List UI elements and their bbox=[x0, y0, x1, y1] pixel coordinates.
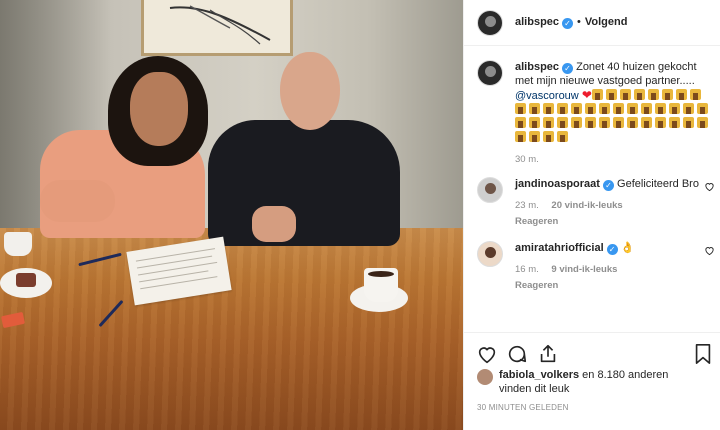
house-emoji-icon bbox=[689, 89, 701, 100]
person-right bbox=[208, 120, 400, 246]
house-emoji-icon bbox=[605, 89, 617, 100]
red-heart-emoji-icon: ❤ bbox=[581, 88, 592, 102]
caption: alibspec ✓ Zonet 40 huizen gekocht met mi… bbox=[464, 60, 720, 167]
house-emoji-icon bbox=[557, 131, 568, 142]
house-emoji-icon bbox=[543, 117, 554, 128]
avatar[interactable] bbox=[477, 177, 503, 203]
comment-text: Gefeliciteerd Bro bbox=[617, 178, 699, 190]
house-emoji-icon bbox=[599, 117, 610, 128]
house-emoji-icon bbox=[655, 103, 666, 114]
reply-button[interactable]: Reageren bbox=[515, 215, 711, 229]
house-emoji-icon bbox=[515, 131, 526, 142]
house-emoji-icon bbox=[697, 103, 708, 114]
house-emoji-icon bbox=[515, 117, 526, 128]
house-emoji-icon bbox=[529, 131, 540, 142]
verified-icon: ✓ bbox=[562, 63, 574, 74]
heart-outline-icon[interactable] bbox=[704, 245, 715, 259]
likes-count-text[interactable]: en 8.180 anderen bbox=[582, 369, 668, 381]
house-emoji-icon bbox=[591, 89, 603, 100]
house-emoji-icon bbox=[613, 103, 624, 114]
verified-icon: ✓ bbox=[602, 180, 614, 191]
comment-like-count[interactable]: 20 vind-ik-leuks bbox=[551, 200, 622, 211]
house-emoji-icon bbox=[571, 117, 582, 128]
house-emoji-icon bbox=[647, 89, 659, 100]
avatar[interactable] bbox=[477, 369, 493, 385]
reply-button[interactable]: Reageren bbox=[515, 279, 711, 293]
house-emoji-icon bbox=[529, 117, 540, 128]
house-emoji-icon bbox=[641, 117, 652, 128]
house-emoji-icon bbox=[683, 103, 694, 114]
share-icon[interactable] bbox=[537, 343, 559, 368]
house-emoji-icon bbox=[655, 117, 666, 128]
house-emoji-icon bbox=[543, 103, 554, 114]
header-username[interactable]: alibspec bbox=[515, 16, 559, 28]
house-emoji-icon bbox=[585, 103, 596, 114]
comment-item: amiratahriofficial ✓ 👌 16 m. 9 vind-ik-le… bbox=[464, 241, 720, 293]
avatar[interactable] bbox=[477, 241, 503, 267]
post-photo[interactable] bbox=[0, 0, 463, 430]
house-emoji-icon bbox=[641, 103, 652, 114]
thumbs-up-hand bbox=[252, 206, 296, 242]
comment-username[interactable]: amiratahriofficial bbox=[515, 242, 604, 254]
comment-icon[interactable] bbox=[506, 343, 528, 368]
house-emoji-icon bbox=[619, 89, 631, 100]
post-side-panel: alibspec ✓ • Volgend alibspec ✓ Zonet 40 hui… bbox=[463, 0, 720, 430]
house-emoji-icon bbox=[571, 103, 582, 114]
house-emoji-icon bbox=[697, 117, 708, 128]
comment-time: 16 m. bbox=[515, 264, 539, 275]
heart-outline-icon[interactable] bbox=[704, 181, 715, 195]
comment-item: jandinoasporaat ✓ Gefeliciteerd Bro 23 m.… bbox=[464, 177, 720, 229]
verified-icon: ✓ bbox=[562, 18, 574, 29]
house-emoji-icon bbox=[661, 89, 673, 100]
likes-summary: fabiola_volkers en 8.180 anderen vinden … bbox=[477, 368, 717, 396]
follow-button[interactable]: Volgend bbox=[585, 16, 628, 28]
house-emoji-icon bbox=[627, 117, 638, 128]
house-emoji-icon bbox=[633, 89, 645, 100]
post-header: alibspec ✓ • Volgend bbox=[464, 0, 720, 46]
heart-outline-icon[interactable] bbox=[476, 343, 498, 368]
comment-username[interactable]: jandinoasporaat bbox=[515, 178, 600, 190]
house-emoji-icon bbox=[599, 103, 610, 114]
house-emoji-icon bbox=[543, 131, 554, 142]
avatar[interactable] bbox=[477, 60, 503, 86]
verified-icon: ✓ bbox=[606, 244, 618, 255]
comment-time: 23 m. bbox=[515, 200, 539, 211]
comment-list: alibspec ✓ Zonet 40 huizen gekocht met mi… bbox=[464, 60, 720, 293]
avatar[interactable] bbox=[477, 9, 503, 36]
ok-hand-emoji-icon: 👌 bbox=[620, 242, 635, 254]
house-emoji-icon bbox=[515, 103, 526, 114]
instagram-post: alibspec ✓ • Volgend alibspec ✓ Zonet 40 hui… bbox=[0, 0, 720, 430]
liker-username[interactable]: fabiola_volkers bbox=[499, 369, 579, 381]
house-emoji-icon bbox=[529, 103, 540, 114]
mention-link[interactable]: @vascorouw bbox=[515, 90, 579, 102]
house-emoji-icon bbox=[585, 117, 596, 128]
caption-time: 30 m. bbox=[515, 154, 539, 165]
post-timestamp: 30 MINUTEN GELEDEN bbox=[477, 403, 569, 412]
painting-art bbox=[169, 5, 271, 45]
separator-dot: • bbox=[577, 16, 581, 28]
house-emoji-icon bbox=[669, 117, 680, 128]
house-emoji-icon bbox=[557, 117, 568, 128]
coffee-cup bbox=[4, 232, 32, 256]
house-emoji-icon bbox=[613, 117, 624, 128]
bookmark-icon[interactable] bbox=[693, 343, 713, 368]
house-emoji-icon bbox=[683, 117, 694, 128]
house-emoji-icon bbox=[627, 103, 638, 114]
house-emoji-icon bbox=[675, 89, 687, 100]
house-emoji-icon bbox=[669, 103, 680, 114]
caption-username[interactable]: alibspec bbox=[515, 61, 559, 73]
comment-like-count[interactable]: 9 vind-ik-leuks bbox=[551, 264, 617, 275]
likes-suffix: vinden dit leuk bbox=[499, 383, 570, 395]
house-emoji-icon bbox=[557, 103, 568, 114]
